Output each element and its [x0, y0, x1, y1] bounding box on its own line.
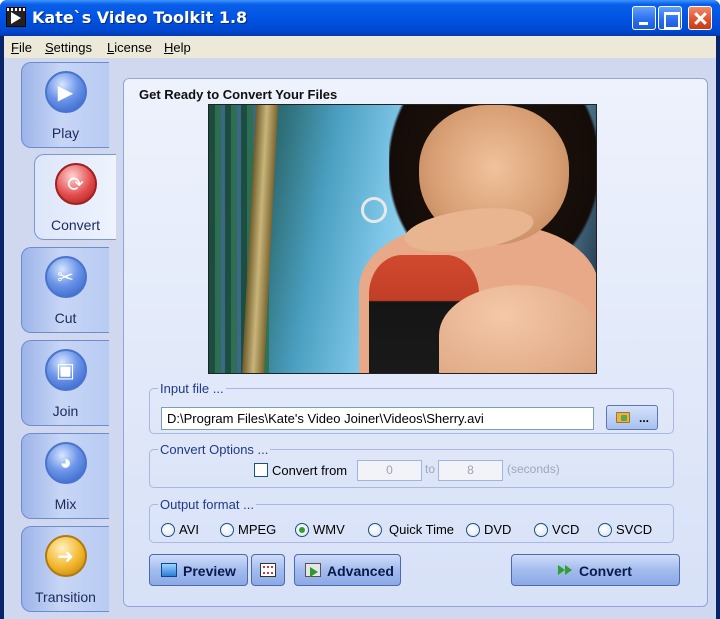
radio-quicktime-label[interactable]: Quick Time	[389, 522, 454, 537]
browse-button[interactable]: ...	[606, 405, 658, 430]
join-icon: ▣	[44, 349, 87, 391]
sidebar-item-convert[interactable]: ⟳ Convert	[34, 154, 116, 240]
menu-bar: File Settings License Help	[4, 36, 716, 58]
convert-panel: Get Ready to Convert Your Files Input fi…	[123, 78, 708, 607]
radio-avi[interactable]	[161, 523, 175, 537]
title-bar[interactable]: Kate`s Video Toolkit 1.8	[0, 0, 720, 36]
minimize-button[interactable]	[632, 6, 656, 30]
radio-svcd[interactable]	[598, 523, 612, 537]
radio-wmv-label[interactable]: WMV	[313, 522, 345, 537]
menu-settings[interactable]: Settings	[45, 40, 92, 55]
radio-dvd-label[interactable]: DVD	[484, 522, 511, 537]
convert-options-legend: Convert Options ...	[160, 442, 269, 457]
mix-icon: ◕	[44, 442, 87, 484]
close-button[interactable]	[688, 6, 712, 30]
radio-avi-label[interactable]: AVI	[179, 522, 199, 537]
from-seconds-input[interactable]: 0	[357, 460, 422, 481]
output-format-legend: Output format ...	[160, 497, 254, 512]
radio-mpeg-label[interactable]: MPEG	[238, 522, 276, 537]
preview-button[interactable]: Preview	[149, 554, 248, 586]
page-title: Get Ready to Convert Your Files	[139, 87, 338, 102]
input-file-legend: Input file ...	[160, 381, 224, 396]
sidebar-item-play[interactable]: ▶ Play	[21, 62, 109, 148]
sidebar-item-label: Transition	[35, 589, 96, 605]
maximize-button[interactable]	[658, 6, 682, 30]
menu-help[interactable]: Help	[164, 40, 191, 55]
sidebar-item-label: Convert	[50, 217, 101, 233]
sidebar-item-mix[interactable]: ◕ Mix	[21, 433, 109, 519]
fullscreen-preview-button[interactable]	[251, 554, 285, 586]
convert-from-checkbox[interactable]	[254, 463, 268, 477]
advanced-settings-icon	[305, 563, 321, 577]
menu-license[interactable]: License	[107, 40, 152, 55]
seconds-label: (seconds)	[507, 462, 560, 476]
folder-icon	[616, 412, 630, 423]
film-icon	[260, 563, 276, 577]
radio-vcd[interactable]	[534, 523, 548, 537]
window-title: Kate`s Video Toolkit 1.8	[32, 8, 248, 27]
sidebar-item-label: Join	[52, 403, 79, 419]
sidebar-item-label: Cut	[54, 310, 77, 326]
convert-button[interactable]: Convert	[511, 554, 680, 586]
sidebar-item-join[interactable]: ▣ Join	[21, 340, 109, 426]
sidebar-item-label: Play	[51, 125, 80, 141]
menu-file[interactable]: File	[11, 40, 32, 55]
radio-dvd[interactable]	[466, 523, 480, 537]
radio-mpeg[interactable]	[220, 523, 234, 537]
app-window: Kate`s Video Toolkit 1.8 File Settings L…	[0, 0, 720, 619]
monitor-icon	[161, 563, 177, 577]
fast-forward-icon	[558, 564, 572, 576]
radio-wmv[interactable]	[295, 523, 309, 537]
sidebar-item-label: Mix	[54, 496, 77, 512]
advanced-button[interactable]: Advanced	[294, 554, 401, 586]
to-label: to	[425, 462, 436, 476]
client-area: ▶ Play ⟳ Convert ✂ Cut ▣ Join ◕ Mix ➜ Tr…	[4, 58, 716, 619]
radio-quicktime[interactable]	[368, 523, 382, 537]
arrow-right-icon: ➜	[44, 535, 87, 577]
scissors-icon: ✂	[44, 256, 87, 298]
app-film-icon[interactable]	[6, 7, 26, 27]
to-seconds-input[interactable]: 8	[438, 460, 503, 481]
sidebar-item-transition[interactable]: ➜ Transition	[21, 526, 109, 612]
convert-icon: ⟳	[54, 163, 97, 205]
convert-from-label[interactable]: Convert from	[272, 463, 347, 478]
radio-svcd-label[interactable]: SVCD	[616, 522, 652, 537]
input-file-field[interactable]: D:\Program Files\Kate's Video Joiner\Vid…	[161, 407, 594, 430]
radio-vcd-label[interactable]: VCD	[552, 522, 579, 537]
play-icon: ▶	[44, 71, 87, 113]
sidebar-item-cut[interactable]: ✂ Cut	[21, 247, 109, 333]
video-preview	[208, 104, 597, 374]
